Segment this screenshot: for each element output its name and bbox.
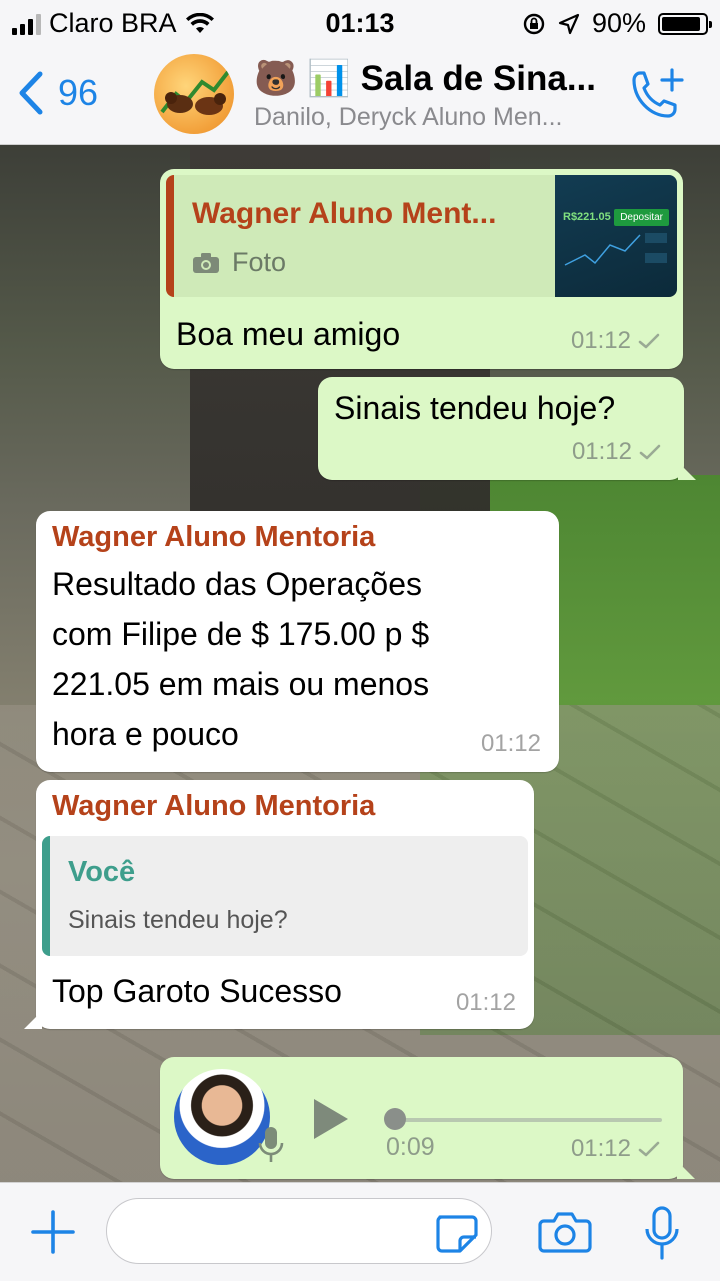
message-meta: 01:12 — [571, 1135, 661, 1163]
quote-sender: Wagner Aluno Ment... — [192, 197, 497, 230]
message-time: 01:12 — [570, 327, 631, 354]
audio-progress-knob[interactable] — [384, 1108, 406, 1130]
sender-name: Wagner Aluno Mentoria — [52, 521, 376, 553]
message-text: Resultado das Operações com Filipe de $ … — [52, 559, 429, 759]
quote-accent-bar — [166, 175, 174, 297]
group-avatar[interactable] — [154, 54, 234, 134]
message-meta: 01:12 — [456, 989, 516, 1017]
location-icon — [558, 13, 580, 34]
sticker-icon[interactable] — [434, 1213, 478, 1253]
message-time: 01:12 — [455, 989, 516, 1016]
message-meta: 01:12 — [572, 438, 662, 466]
sent-check-icon — [638, 333, 660, 349]
unread-count: 96 — [58, 72, 99, 113]
quote-sender: Você — [68, 856, 136, 888]
chat-participants: Danilo, Deryck Aluno Men... — [254, 103, 563, 131]
message-time: 01:12 — [570, 1135, 631, 1162]
message-time: 01:12 — [571, 438, 632, 465]
quote-thumbnail: R$221.05 Depositar — [555, 175, 677, 297]
chat-background[interactable]: Wagner Aluno Ment... Foto R$221.05 Depos… — [0, 145, 720, 1182]
message-time: 01:12 — [480, 730, 541, 757]
message-line: Resultado das Operações — [52, 566, 422, 602]
play-icon[interactable] — [310, 1097, 350, 1141]
battery-icon — [658, 12, 712, 35]
quoted-message[interactable]: Você Sinais tendeu hoje? — [42, 836, 528, 956]
microphone-button[interactable] — [644, 1205, 680, 1261]
sent-check-icon — [638, 1141, 660, 1157]
microphone-badge-icon — [258, 1127, 284, 1162]
message-text: Top Garoto Sucesso — [52, 973, 342, 1009]
message-bubble-incoming[interactable]: Wagner Aluno Mentoria Você Sinais tendeu… — [24, 780, 534, 1029]
message-line: 221.05 em mais ou menos — [52, 666, 430, 702]
chevron-left-icon — [19, 71, 43, 115]
message-text: Boa meu amigo — [176, 316, 401, 352]
message-meta: 01:12 — [481, 730, 541, 758]
chat-title: 🐻 📊 Sala de Sina... — [254, 59, 596, 98]
message-bubble-incoming[interactable]: Wagner Aluno Mentoria Resultado das Oper… — [36, 511, 559, 772]
message-bubble-outgoing[interactable]: Wagner Aluno Ment... Foto R$221.05 Depos… — [160, 169, 683, 369]
add-call-button[interactable] — [626, 66, 686, 122]
battery-percent: 90% — [591, 8, 646, 38]
rotation-lock-icon — [523, 13, 545, 34]
composer-bar — [0, 1182, 720, 1281]
status-bar: Claro BRA 01:13 90% — [0, 0, 720, 44]
chat-header: 96 🐻 📊 Sala de Sina... Danilo, Deryck Al… — [0, 44, 720, 145]
message-text: Sinais tendeu hoje? — [334, 390, 616, 426]
quote-media-text: Foto — [232, 247, 287, 277]
sent-check-icon — [639, 444, 661, 460]
thumbnail-chart — [564, 233, 667, 266]
chat-title-area[interactable]: 🐻 📊 Sala de Sina... Danilo, Deryck Aluno… — [254, 58, 614, 132]
quote-text: Sinais tendeu hoje? — [68, 906, 288, 934]
camera-button[interactable] — [538, 1209, 592, 1255]
voice-message-bubble[interactable]: 0:09 01:12 — [160, 1057, 695, 1179]
message-line: com Filipe de $ 175.00 p $ — [52, 616, 430, 652]
attach-plus-button[interactable] — [30, 1209, 76, 1255]
voice-duration: 0:09 — [386, 1133, 435, 1161]
message-line: hora e pouco — [52, 716, 239, 752]
back-button[interactable]: 96 — [16, 70, 98, 116]
status-right: 90% — [522, 8, 712, 39]
camera-icon — [193, 252, 219, 273]
audio-progress-track[interactable] — [394, 1118, 662, 1122]
sender-name: Wagner Aluno Mentoria — [52, 790, 376, 822]
message-meta: 01:12 — [571, 327, 661, 355]
quote-accent-bar — [42, 836, 50, 956]
quote-media-label: Foto — [192, 247, 286, 278]
message-bubble-outgoing[interactable]: Sinais tendeu hoje? 01:12 — [318, 377, 696, 480]
bull-bear-logo — [160, 70, 230, 115]
quoted-photo[interactable]: Wagner Aluno Ment... Foto R$221.05 Depos… — [166, 175, 677, 297]
